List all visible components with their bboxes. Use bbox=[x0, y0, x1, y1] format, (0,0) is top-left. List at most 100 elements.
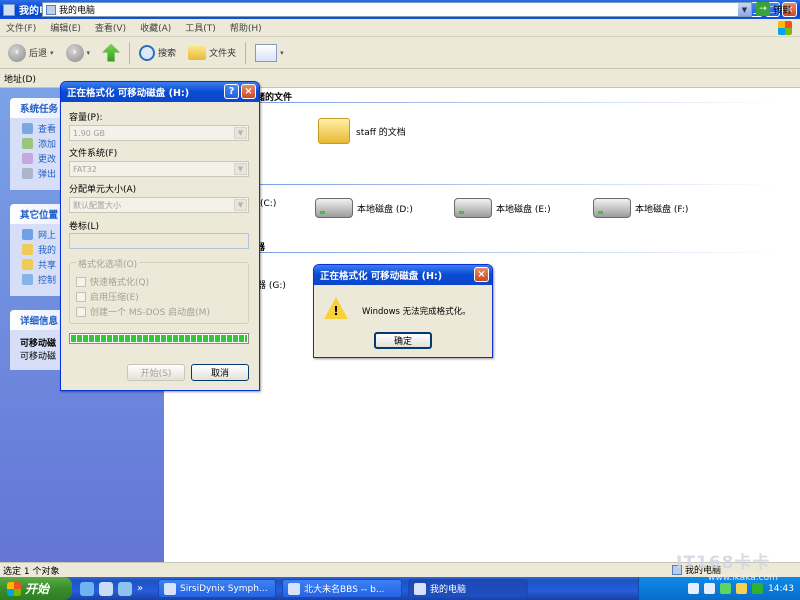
cancel-button[interactable]: 取消 bbox=[191, 364, 249, 381]
capacity-select[interactable]: 1.90 GB ▼ bbox=[69, 125, 249, 141]
taskbar-clock[interactable]: 14:43 bbox=[768, 584, 794, 594]
menu-file[interactable]: 文件(F) bbox=[6, 21, 36, 34]
format-dialog-controls: ? × bbox=[224, 84, 256, 99]
drive-g-label: 器 (G:) bbox=[257, 281, 286, 291]
drive-d-label: 本地磁盘 (D:) bbox=[357, 204, 413, 215]
drive-e[interactable]: 本地磁盘 (E:) bbox=[454, 198, 551, 218]
views-dropdown-icon: ▾ bbox=[280, 48, 284, 57]
filesystem-select[interactable]: FAT32 ▼ bbox=[69, 161, 249, 177]
show-desktop-icon[interactable] bbox=[118, 581, 132, 596]
back-arrow-icon: ‹ bbox=[8, 43, 26, 62]
up-folder-icon bbox=[102, 43, 121, 62]
hard-disk-icon bbox=[315, 198, 353, 218]
tray-help-icon[interactable] bbox=[704, 583, 716, 594]
capacity-label: 容量(P): bbox=[69, 113, 103, 123]
folders-label: 文件夹 bbox=[209, 49, 237, 59]
search-icon bbox=[139, 44, 156, 61]
drive-c[interactable]: (C:) bbox=[260, 199, 276, 209]
address-input[interactable]: 我的电脑 ▼ bbox=[42, 2, 752, 17]
start-button[interactable]: 开始(S) bbox=[127, 364, 185, 381]
drive-e-label: 本地磁盘 (E:) bbox=[496, 204, 551, 215]
place-network-label: 网上 bbox=[38, 231, 57, 241]
error-dialog-controls: × bbox=[474, 267, 489, 282]
view-icon bbox=[22, 123, 33, 134]
user-documents-folder[interactable]: staff 的文档 bbox=[318, 118, 406, 144]
toolbar: ‹ 后退 ▾ › ▾ 搜索 文件夹 ▾ bbox=[0, 37, 800, 69]
status-selected: 选定 1 个对象 bbox=[3, 566, 60, 577]
allocation-value: 默认配置大小 bbox=[73, 200, 121, 210]
shared-folder-icon bbox=[22, 259, 33, 270]
up-button[interactable] bbox=[99, 41, 123, 65]
section-divider bbox=[260, 252, 780, 253]
compression-checkbox[interactable]: 启用压缩(E) bbox=[76, 290, 139, 303]
start-label: 开始 bbox=[25, 582, 50, 596]
compression-label: 启用压缩(E) bbox=[90, 293, 139, 303]
menu-help[interactable]: 帮助(H) bbox=[230, 21, 262, 34]
msdos-startup-checkbox[interactable]: 创建一个 MS-DOS 启动盘(M) bbox=[76, 305, 210, 318]
tray-volume-icon[interactable] bbox=[736, 583, 748, 594]
task-add-label: 添加 bbox=[38, 140, 57, 150]
task-my-computer[interactable]: 我的电脑 bbox=[408, 579, 528, 598]
outlook-icon[interactable] bbox=[99, 581, 113, 596]
task-sirsidynix[interactable]: SirsiDynix Symph... bbox=[158, 579, 276, 598]
allocation-label: 分配单元大小(A) bbox=[69, 185, 137, 195]
drive-f[interactable]: 本地磁盘 (F:) bbox=[593, 198, 688, 218]
folders-button[interactable]: 文件夹 bbox=[185, 41, 239, 65]
format-dialog-titlebar[interactable]: 正在格式化 可移动磁盘 (H:) ? × bbox=[61, 82, 259, 102]
menu-favorites[interactable]: 收藏(A) bbox=[140, 21, 171, 34]
taskbar: 开始 » SirsiDynix Symph... 北大未名BBS -- b...… bbox=[0, 577, 800, 600]
menu-view[interactable]: 查看(V) bbox=[95, 21, 126, 34]
format-dialog-close-button[interactable]: × bbox=[241, 84, 256, 99]
hard-disk-icon bbox=[593, 198, 631, 218]
quick-format-checkbox[interactable]: 快速格式化(Q) bbox=[76, 275, 149, 288]
address-dropdown-icon[interactable]: ▼ bbox=[738, 3, 751, 16]
folder-icon bbox=[188, 45, 207, 60]
tray-safely-remove-icon[interactable] bbox=[752, 583, 764, 594]
volume-label-input[interactable] bbox=[69, 233, 249, 249]
network-icon bbox=[22, 229, 33, 240]
menu-tools[interactable]: 工具(T) bbox=[185, 21, 216, 34]
forward-arrow-icon: › bbox=[65, 43, 84, 62]
menu-edit[interactable]: 编辑(E) bbox=[50, 21, 81, 34]
forward-dropdown-icon[interactable]: ▾ bbox=[87, 49, 91, 57]
folder-icon bbox=[318, 118, 350, 144]
quick-launch-more[interactable]: » bbox=[137, 583, 143, 594]
chevron-down-icon: ▼ bbox=[234, 199, 247, 211]
error-dialog-titlebar[interactable]: 正在格式化 可移动磁盘 (H:) × bbox=[314, 265, 492, 285]
my-computer-icon bbox=[414, 582, 426, 595]
help-button[interactable]: ? bbox=[224, 84, 239, 99]
views-button[interactable]: ▾ bbox=[252, 41, 287, 65]
go-button[interactable]: → 转到 bbox=[756, 2, 791, 16]
forward-button[interactable]: › ▾ bbox=[63, 41, 94, 65]
section-divider bbox=[260, 184, 780, 185]
allocation-select[interactable]: 默认配置大小 ▼ bbox=[69, 197, 249, 213]
tray-keyboard-icon[interactable] bbox=[688, 583, 700, 594]
warning-glyph: ! bbox=[333, 304, 339, 318]
back-dropdown-icon[interactable]: ▾ bbox=[50, 49, 54, 57]
toolbar-separator bbox=[245, 41, 247, 64]
search-button[interactable]: 搜索 bbox=[136, 41, 179, 65]
start-menu-button[interactable]: 开始 bbox=[0, 577, 72, 600]
task-bbs[interactable]: 北大未名BBS -- b... bbox=[282, 579, 402, 598]
format-dialog: 正在格式化 可移动磁盘 (H:) ? × 容量(P): 1.90 GB ▼ 文件… bbox=[60, 81, 260, 391]
back-button[interactable]: ‹ 后退 ▾ bbox=[5, 41, 57, 65]
drive-g[interactable]: 器 (G:) bbox=[257, 278, 286, 291]
go-label: 转到 bbox=[773, 5, 792, 16]
ok-button[interactable]: 确定 bbox=[374, 332, 432, 349]
views-icon bbox=[255, 43, 278, 62]
format-dialog-title: 正在格式化 可移动磁盘 (H:) bbox=[67, 88, 190, 99]
user-documents-label: staff 的文档 bbox=[356, 127, 406, 138]
drive-d[interactable]: 本地磁盘 (D:) bbox=[315, 198, 413, 218]
error-message: Windows 无法完成格式化。 bbox=[362, 307, 471, 317]
tray-network-icon[interactable] bbox=[720, 583, 732, 594]
msdos-startup-label: 创建一个 MS-DOS 启动盘(M) bbox=[90, 308, 210, 318]
format-options-label: 格式化选项(O) bbox=[76, 257, 140, 270]
error-dialog-close-button[interactable]: × bbox=[474, 267, 489, 282]
error-dialog: 正在格式化 可移动磁盘 (H:) × ! Windows 无法完成格式化。 确定 bbox=[313, 264, 493, 358]
filesystem-value: FAT32 bbox=[73, 164, 97, 174]
chevron-down-icon: ▼ bbox=[234, 127, 247, 139]
ie-icon[interactable] bbox=[80, 581, 94, 596]
format-options-group: 格式化选项(O) 快速格式化(Q) 启用压缩(E) 创建一个 MS-DOS 启动… bbox=[69, 257, 249, 324]
go-arrow-icon: → bbox=[756, 2, 770, 16]
control-panel-icon bbox=[22, 274, 33, 285]
